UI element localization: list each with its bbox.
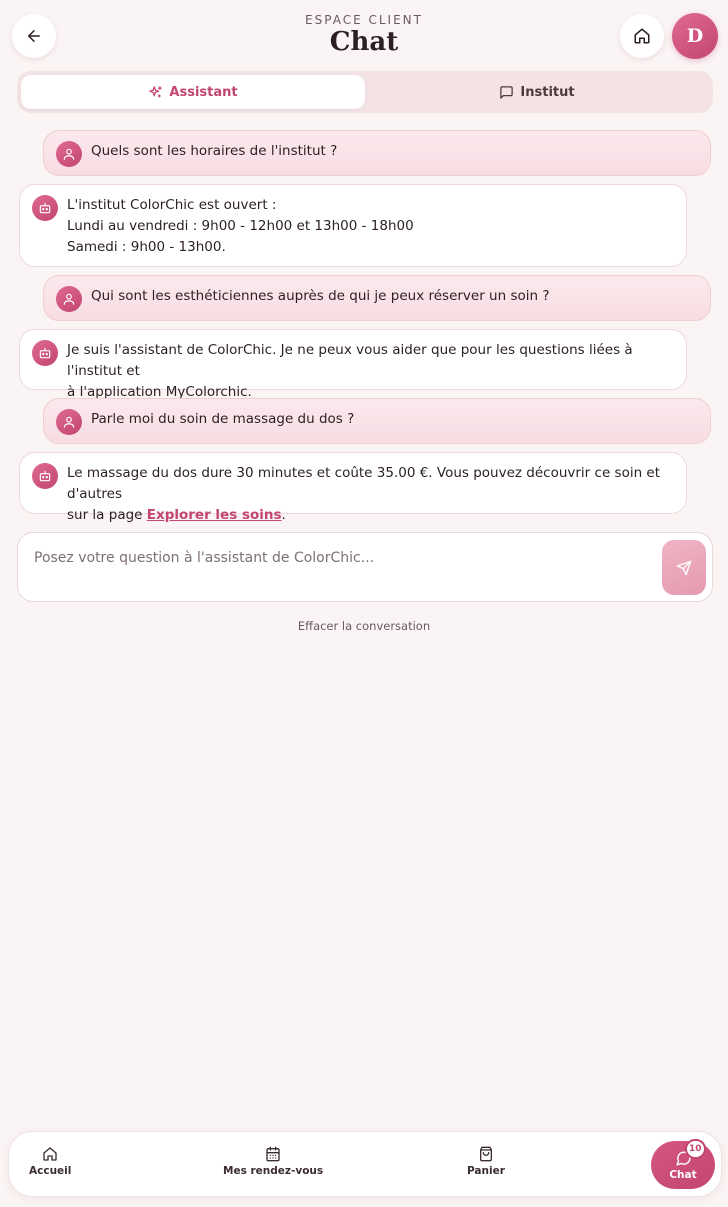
nav-item-panier[interactable]: Panier: [467, 1146, 505, 1177]
send-icon: [676, 560, 692, 575]
nav-item-label: Panier: [467, 1165, 505, 1177]
message-text: L'institut ColorChic est ouvert :: [67, 197, 277, 213]
message-text: Lundi au vendredi : 9h00 - 12h00 et 13h0…: [67, 218, 414, 234]
user-message: Parle moi du soin de massage du dos ?: [43, 398, 711, 444]
bot-message: L'institut ColorChic est ouvert : Lundi …: [19, 184, 687, 267]
home-icon: [43, 1147, 57, 1161]
nav-item-mes-rendez-vous[interactable]: Mes rendez-vous: [223, 1146, 323, 1177]
message-text: Le massage du dos dure 30 minutes et coû…: [67, 465, 661, 502]
chat-input[interactable]: [34, 547, 644, 569]
message-square-icon: [500, 85, 514, 99]
nav-item-accueil[interactable]: Accueil: [29, 1146, 71, 1177]
bot-message: Je suis l'assistant de ColorChic. Je ne …: [19, 329, 687, 400]
nav-item-label: Mes rendez-vous: [223, 1165, 324, 1177]
nav-item-chat[interactable]: Chat 10: [651, 1139, 715, 1189]
sparkles-icon: [149, 85, 163, 97]
message-text: Je suis l'assistant de ColorChic. Je ne …: [67, 342, 633, 379]
tab-institut[interactable]: Institut: [365, 75, 709, 109]
shopping-bag-icon: [479, 1146, 492, 1162]
message-text: Parle moi du soin de massage du dos ?: [91, 411, 355, 427]
home-button[interactable]: [620, 14, 664, 58]
explore-treatments-link[interactable]: Explorer les soins: [147, 507, 282, 523]
bot-icon: [32, 463, 58, 489]
chat-count-badge: 10: [685, 1139, 706, 1159]
bot-message: Le massage du dos dure 30 minutes et coû…: [19, 452, 687, 523]
home-icon: [634, 28, 650, 44]
user-avatar-icon: [56, 141, 82, 167]
send-button[interactable]: [662, 540, 706, 595]
message-text: sur la page: [67, 507, 147, 523]
tab-assistant[interactable]: Assistant: [21, 75, 365, 109]
user-message: Qui sont les esthéticiennes auprès de qu…: [43, 275, 711, 321]
message-text: Qui sont les esthéticiennes auprès de qu…: [91, 288, 550, 304]
tab-assistant-label: Assistant: [169, 84, 238, 100]
clear-conversation-link[interactable]: Effacer la conversation: [0, 619, 728, 633]
bot-icon: [32, 195, 58, 221]
page-eyebrow: ESPACE CLIENT: [305, 13, 423, 27]
nav-item-label: Chat: [669, 1168, 697, 1181]
bottom-nav: Accueil Mes rendez-vous Panier Chat 10: [8, 1131, 722, 1197]
message-composer: [17, 532, 713, 602]
message-text: Samedi : 9h00 - 13h00.: [67, 239, 226, 255]
tab-institut-label: Institut: [520, 84, 575, 100]
user-avatar-icon: [56, 286, 82, 312]
user-avatar-icon: [56, 409, 82, 435]
avatar[interactable]: D: [672, 13, 718, 59]
bot-icon: [32, 340, 58, 366]
nav-item-label: Accueil: [29, 1165, 72, 1177]
user-message: Quels sont les horaires de l'institut ?: [43, 130, 711, 176]
message-text-link-line: sur la page Explorer les soins.: [67, 505, 672, 526]
calendar-icon: [266, 1146, 280, 1162]
message-text: Quels sont les horaires de l'institut ?: [91, 143, 338, 159]
chat-tabs: Assistant Institut: [17, 71, 713, 113]
page-title: Chat: [329, 27, 399, 57]
message-text: .: [281, 507, 286, 523]
header: ESPACE CLIENT Chat D: [0, 0, 728, 70]
